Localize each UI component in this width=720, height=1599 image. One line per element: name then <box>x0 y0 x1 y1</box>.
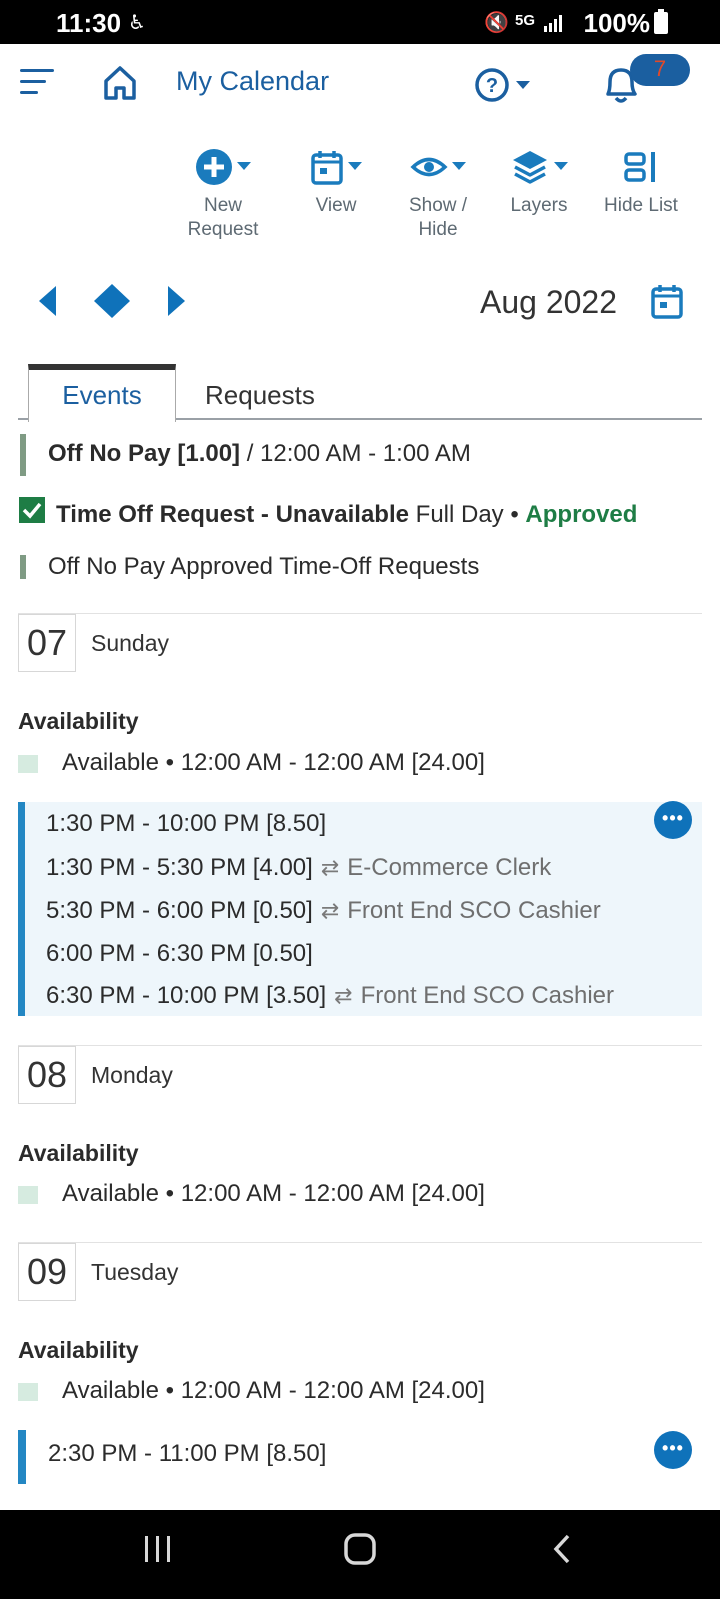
tab-events[interactable]: Events <box>28 364 176 422</box>
availability-swatch <box>18 1383 38 1401</box>
availability-heading: Availability <box>18 708 139 734</box>
off-no-pay-approved-label: Off No Pay Approved Time-Off Requests <box>48 553 480 580</box>
accessibility-icon: ♿ <box>128 12 146 34</box>
shift-segment: 6:00 PM - 6:30 PM [0.50] <box>46 940 313 968</box>
tab-requests[interactable]: Requests <box>205 380 315 411</box>
day-divider <box>18 613 702 614</box>
day-name: Monday <box>91 1062 173 1088</box>
home-button-icon[interactable] <box>342 1532 378 1566</box>
view-button[interactable]: View <box>296 148 376 218</box>
menu-icon[interactable] <box>20 67 56 97</box>
system-navigation-bar <box>0 1510 720 1599</box>
time-off-request-label: Time Off Request - Unavailable <box>56 501 409 528</box>
show-hide-label: Show / Hide <box>408 195 468 240</box>
day-name: Tuesday <box>91 1259 179 1285</box>
segment-time: 6:00 PM - 6:30 PM [0.50] <box>46 940 313 967</box>
today-diamond-icon[interactable] <box>92 282 132 320</box>
recent-apps-icon[interactable] <box>142 1532 174 1566</box>
availability-heading: Availability <box>18 1337 139 1363</box>
chevron-down-icon <box>452 162 466 170</box>
status-bar: 11:30 ♿ 🔇 5G 100% <box>0 0 720 44</box>
hide-list-label: Hide List <box>604 195 678 216</box>
calendar-picker-icon[interactable] <box>650 282 684 320</box>
show-hide-button[interactable]: Show / Hide <box>396 148 480 242</box>
availability-heading: Availability <box>18 1140 139 1166</box>
chevron-down-icon <box>237 162 251 170</box>
legend-color-bar <box>20 555 26 579</box>
signal-icon <box>544 15 562 32</box>
more-options-icon[interactable]: ••• <box>654 1431 692 1469</box>
transfer-icon: ⇄ <box>320 855 340 880</box>
off-no-pay-row: Off No Pay [1.00] / 12:00 AM - 1:00 AM <box>48 440 471 468</box>
mute-icon: 🔇 <box>484 12 509 34</box>
time-off-request-detail: Full Day • <box>408 501 526 528</box>
back-icon[interactable] <box>550 1532 574 1566</box>
availability-swatch <box>18 1186 38 1204</box>
transfer-icon: ⇄ <box>334 983 353 1008</box>
date-number: 09 <box>18 1243 76 1301</box>
layers-icon <box>513 151 547 184</box>
more-options-icon[interactable]: ••• <box>654 801 692 839</box>
shift-total[interactable]: 2:30 PM - 11:00 PM [8.50] <box>48 1440 326 1468</box>
layers-label: Layers <box>510 195 568 216</box>
segment-time: 1:30 PM - 5:30 PM [4.00] <box>46 854 313 881</box>
shift-card[interactable]: 1:30 PM - 10:00 PM [8.50] 1:30 PM - 5:30… <box>18 802 702 1016</box>
segment-time: 6:30 PM - 10:00 PM [3.50] <box>46 982 327 1009</box>
battery-icon <box>654 9 668 34</box>
previous-arrow-icon[interactable] <box>36 284 58 318</box>
transfer-icon: ⇄ <box>320 898 340 923</box>
chevron-down-icon <box>554 162 568 170</box>
availability-text: Available • 12:00 AM - 12:00 AM [24.00] <box>62 749 485 776</box>
page-title: My Calendar <box>176 66 330 96</box>
chevron-down-icon <box>348 162 362 170</box>
5g-icon: 5G <box>515 12 536 29</box>
segment-role: Front End SCO Cashier <box>360 982 615 1009</box>
eye-icon <box>410 157 448 177</box>
status-time: 11:30 <box>56 8 122 38</box>
availability-swatch <box>18 755 38 773</box>
date-number: 07 <box>18 614 76 672</box>
add-circle-icon <box>196 149 232 185</box>
hide-list-button[interactable]: Hide List <box>596 148 686 218</box>
approved-check-icon <box>19 497 45 523</box>
home-icon[interactable] <box>102 64 138 102</box>
hide-list-icon <box>624 152 655 182</box>
off-no-pay-time: / 12:00 AM - 1:00 AM <box>240 440 471 467</box>
segment-role: E-Commerce Clerk <box>347 854 552 881</box>
day-divider <box>18 1045 702 1046</box>
current-month: Aug 2022 <box>480 284 618 320</box>
segment-role: Front End SCO Cashier <box>347 897 601 924</box>
shift-color-bar <box>18 1430 26 1484</box>
date-number: 08 <box>18 1046 76 1104</box>
shift-segment: 5:30 PM - 6:00 PM [0.50] ⇄ Front End SCO C… <box>46 897 601 925</box>
day-divider <box>18 1242 702 1243</box>
status-badge: Approved <box>525 501 638 528</box>
calendar-icon <box>311 151 343 185</box>
battery-percent: 100% <box>583 8 651 38</box>
new-request-label: New Request <box>187 195 259 240</box>
time-off-request-row: Time Off Request - Unavailable Full Day … <box>56 501 637 529</box>
availability-text: Available • 12:00 AM - 12:00 AM [24.00] <box>62 1377 485 1404</box>
layers-button[interactable]: Layers <box>496 148 582 218</box>
shift-segment: 6:30 PM - 10:00 PM [3.50] ⇄ Front End SCO … <box>46 982 614 1010</box>
segment-time: 5:30 PM - 6:00 PM [0.50] <box>46 897 313 924</box>
shift-total: 1:30 PM - 10:00 PM [8.50] <box>46 810 327 837</box>
svg-text:?: ? <box>486 75 498 97</box>
notification-badge[interactable]: 7 <box>630 54 690 86</box>
availability-text: Available • 12:00 AM - 12:00 AM [24.00] <box>62 1180 485 1207</box>
legend-color-bar <box>20 434 26 476</box>
new-request-button[interactable]: New Request <box>178 148 268 242</box>
day-name: Sunday <box>91 630 170 656</box>
help-icon[interactable]: ? <box>474 66 536 104</box>
next-arrow-icon[interactable] <box>166 284 188 318</box>
off-no-pay-label: Off No Pay [1.00] <box>48 440 241 467</box>
shift-segment: 1:30 PM - 5:30 PM [4.00] ⇄ E-Commerce Cler… <box>46 854 551 882</box>
view-label: View <box>315 195 357 216</box>
